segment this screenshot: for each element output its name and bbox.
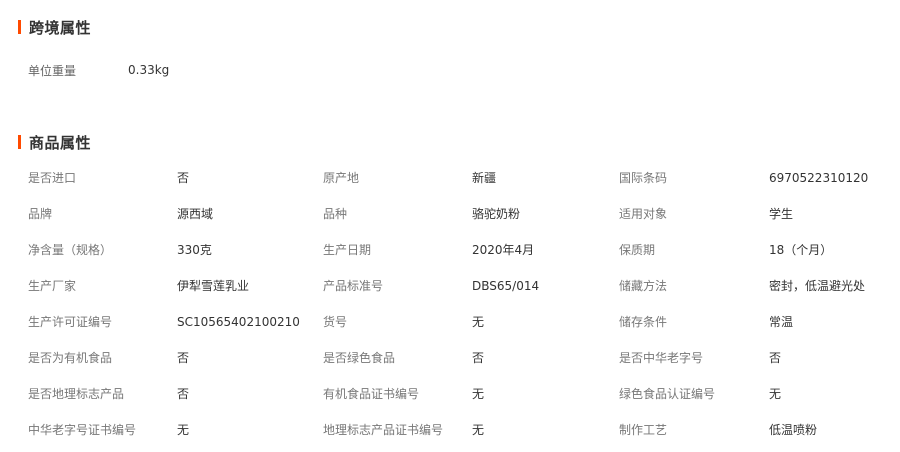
attribute-label: 储存条件	[619, 315, 668, 329]
section-title-cross-border: 跨境属性	[18, 17, 91, 37]
attribute-row: 净含量（规格） 330克 生产日期 2020年4月 保质期 18（个月）	[0, 232, 900, 268]
attribute-value: 18（个月）	[769, 243, 833, 257]
attribute-value: SC10565402100210	[177, 315, 300, 329]
attribute-label: 制作工艺	[619, 423, 668, 437]
attribute-value: 伊犁雪莲乳业	[177, 279, 250, 293]
attribute-value: 无	[472, 423, 485, 437]
attribute-label: 生产许可证编号	[28, 315, 113, 329]
attribute-label: 地理标志产品证书编号	[323, 423, 444, 437]
attribute-label: 储藏方法	[619, 279, 668, 293]
attribute-label: 适用对象	[619, 207, 668, 221]
section-title-text: 跨境属性	[29, 18, 92, 37]
attribute-label: 有机食品证书编号	[323, 387, 420, 401]
attribute-row: 品牌 源西域 品种 骆驼奶粉 适用对象 学生	[0, 196, 900, 232]
attribute-value: 无	[177, 423, 190, 437]
attribute-value: 否	[177, 171, 190, 185]
attribute-label: 国际条码	[619, 171, 668, 185]
attribute-value: 否	[177, 387, 190, 401]
attribute-label: 中华老字号证书编号	[28, 423, 137, 437]
attribute-label: 是否地理标志产品	[28, 387, 125, 401]
section-title-product: 商品属性	[18, 132, 91, 152]
attribute-row: 生产厂家 伊犁雪莲乳业 产品标准号 DBS65/014 储藏方法 密封，低温避光…	[0, 268, 900, 304]
attribute-label: 原产地	[323, 171, 360, 185]
attribute-row: 生产许可证编号 SC10565402100210 货号 无 储存条件 常温	[0, 304, 900, 340]
attribute-value: 无	[472, 387, 485, 401]
attribute-value-unit-weight: 0.33kg	[128, 63, 170, 77]
attribute-label: 净含量（规格）	[28, 243, 113, 257]
attribute-label: 绿色食品认证编号	[619, 387, 716, 401]
attribute-row: 是否为有机食品 否 是否绿色食品 否 是否中华老字号 否	[0, 340, 900, 376]
attribute-value: 2020年4月	[472, 243, 535, 257]
attribute-label: 产品标准号	[323, 279, 384, 293]
attribute-label: 货号	[323, 315, 348, 329]
attribute-label-unit-weight: 单位重量	[28, 63, 77, 78]
attribute-label: 是否为有机食品	[28, 351, 113, 365]
attribute-value: 否	[472, 351, 485, 365]
attribute-label: 生产日期	[323, 243, 372, 257]
attribute-value: 否	[177, 351, 190, 365]
attribute-value: 源西域	[177, 207, 214, 221]
attribute-row: 中华老字号证书编号 无 地理标志产品证书编号 无 制作工艺 低温喷粉	[0, 412, 900, 448]
section-accent-bar	[18, 135, 21, 149]
attribute-value: 密封，低温避光处	[769, 279, 866, 293]
section-title-text: 商品属性	[29, 133, 92, 152]
attribute-value: 低温喷粉	[769, 423, 818, 437]
attribute-label: 品种	[323, 207, 348, 221]
attribute-value: 新疆	[472, 171, 497, 185]
attribute-value: 330克	[177, 243, 212, 257]
attribute-label: 是否中华老字号	[619, 351, 704, 365]
attribute-value: 无	[472, 315, 485, 329]
attribute-value: DBS65/014	[472, 279, 540, 293]
section-accent-bar	[18, 20, 21, 34]
attribute-value: 常温	[769, 315, 794, 329]
attribute-value: 无	[769, 387, 782, 401]
attribute-value: 学生	[769, 207, 794, 221]
attribute-value: 6970522310120	[769, 171, 869, 185]
attribute-row: 是否进口 否 原产地 新疆 国际条码 6970522310120	[0, 160, 900, 196]
attribute-label: 是否进口	[28, 171, 77, 185]
attribute-label: 是否绿色食品	[323, 351, 396, 365]
attribute-value: 骆驼奶粉	[472, 207, 521, 221]
attribute-row: 是否地理标志产品 否 有机食品证书编号 无 绿色食品认证编号 无	[0, 376, 900, 412]
attribute-label: 保质期	[619, 243, 656, 257]
attribute-label: 生产厂家	[28, 279, 77, 293]
attribute-value: 否	[769, 351, 782, 365]
attribute-label: 品牌	[28, 207, 53, 221]
cross-border-attribute-row: 单位重量 0.33kg	[28, 60, 169, 80]
